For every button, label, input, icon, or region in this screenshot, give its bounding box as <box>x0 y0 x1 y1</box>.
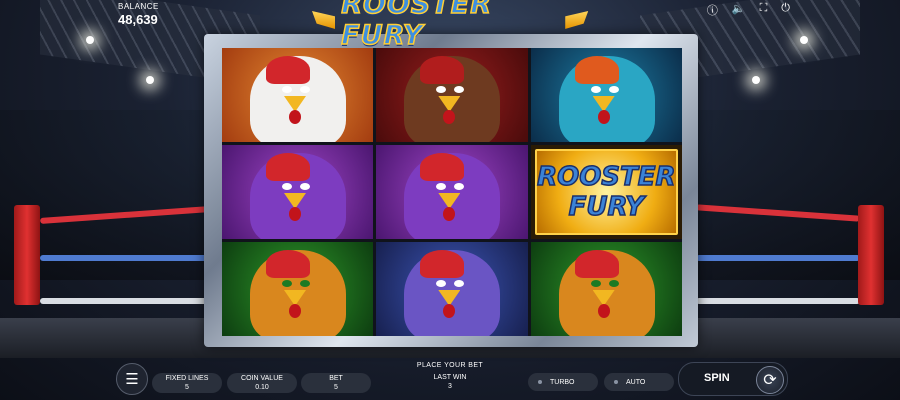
spotlight <box>146 76 154 84</box>
balance-display: BALANCE 48,639 <box>118 2 159 27</box>
coin-value-selector[interactable]: COIN VALUE 0.10 <box>227 373 297 393</box>
symbol-purple-rooster <box>376 145 528 239</box>
symbol-red-bandana-rooster <box>376 48 528 142</box>
symbol-blue-purple-rooster <box>376 242 528 336</box>
bet-value: 5 <box>334 384 338 391</box>
info-icon[interactable]: ⓘ <box>707 2 718 18</box>
reel-grid: ROOSTER FURY <box>222 48 682 336</box>
turbo-label: TURBO <box>550 378 575 386</box>
spotlight <box>752 76 760 84</box>
top-toolbar: ⓘ 🔈 ⛶ ⏻ <box>707 2 790 18</box>
fixed-lines-display: FIXED LINES 5 <box>152 373 222 393</box>
balance-label: BALANCE <box>118 2 159 11</box>
ring-rope <box>40 298 210 304</box>
symbol-green-mask-rooster <box>222 242 374 336</box>
symbol-green-mask-rooster <box>530 242 682 336</box>
last-win-label: LAST WIN <box>433 374 467 381</box>
ring-rope <box>40 255 210 261</box>
logo-wing-left <box>312 11 336 29</box>
toggle-indicator <box>614 380 618 384</box>
symbol-orange-rooster <box>222 48 374 142</box>
spotlight <box>800 36 808 44</box>
last-win-display: LAST WIN 3 <box>420 373 480 391</box>
spotlight <box>86 36 94 44</box>
power-icon[interactable]: ⏻ <box>781 2 790 18</box>
ring-rope <box>696 298 860 304</box>
spin-control: SPIN ⟳ <box>678 362 788 396</box>
logo-wing-right <box>565 11 588 29</box>
refresh-icon: ⟳ <box>763 372 777 389</box>
game-logo: ROOSTER FURY <box>312 0 588 52</box>
fixed-lines-value: 5 <box>185 384 189 391</box>
symbol-wild-rooster-fury: ROOSTER FURY <box>530 145 682 239</box>
bet-label: BET <box>329 375 343 382</box>
balance-value: 48,639 <box>118 12 158 27</box>
ring-rope <box>696 255 860 261</box>
fixed-lines-label: FIXED LINES <box>165 375 209 382</box>
toggle-indicator <box>538 380 542 384</box>
ring-post <box>14 205 40 305</box>
coin-value-label: COIN VALUE <box>241 375 283 382</box>
bet-selector[interactable]: BET 5 <box>301 373 371 393</box>
symbol-purple-rooster <box>222 145 374 239</box>
spin-button[interactable]: ⟳ <box>756 366 784 394</box>
sound-icon[interactable]: 🔈 <box>732 2 746 18</box>
last-win-value: 3 <box>448 383 452 390</box>
turbo-toggle[interactable]: TURBO <box>528 373 598 391</box>
coin-value-value: 0.10 <box>255 384 269 391</box>
ring-post <box>858 205 884 305</box>
wild-text-line: FURY <box>568 191 645 223</box>
menu-button[interactable]: ☰ <box>116 363 148 395</box>
wild-text-line: ROOSTER <box>536 161 676 193</box>
auto-toggle[interactable]: AUTO <box>604 373 674 391</box>
game-title: ROOSTER FURY <box>340 0 493 52</box>
auto-label: AUTO <box>626 378 646 386</box>
fullscreen-icon[interactable]: ⛶ <box>760 2 768 18</box>
hamburger-icon: ☰ <box>125 371 139 388</box>
symbol-blue-helmet-rooster <box>530 48 682 142</box>
wild-symbol-text: ROOSTER FURY <box>534 149 678 235</box>
spin-button-label[interactable]: SPIN <box>704 372 730 384</box>
